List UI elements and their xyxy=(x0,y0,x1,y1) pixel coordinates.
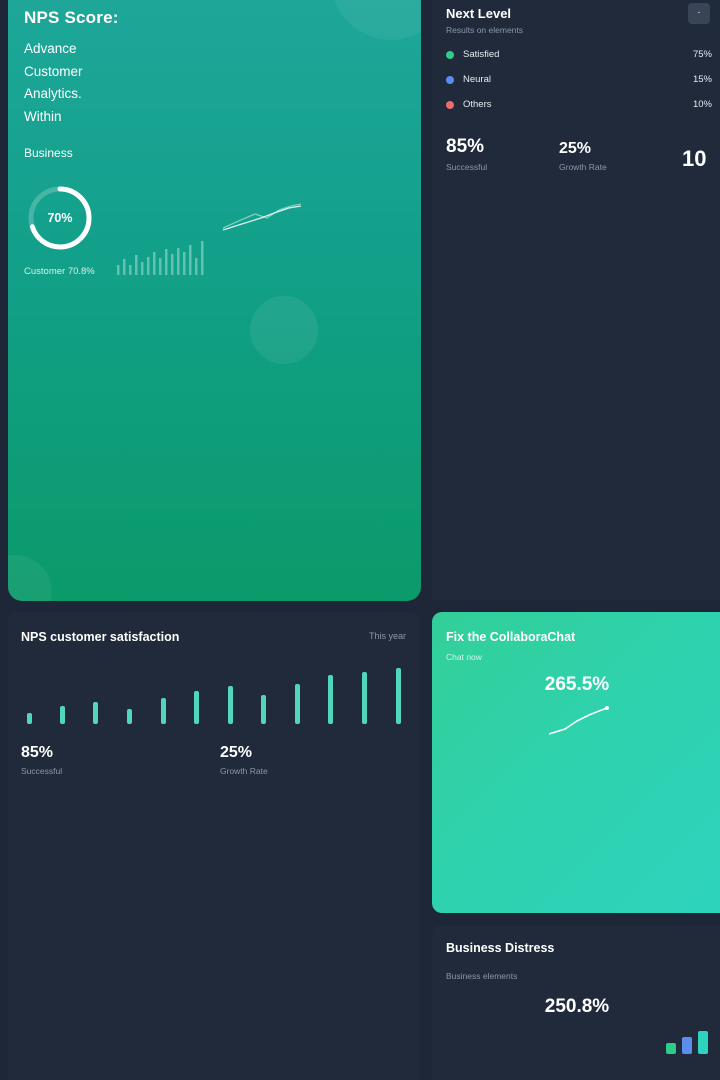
chart-bar xyxy=(295,684,300,724)
mini-bar xyxy=(183,252,186,275)
next-level-card: Next Level Results on elements - Satisfi… xyxy=(432,0,720,600)
chart-bar xyxy=(396,668,401,724)
mini-bar xyxy=(201,241,204,275)
legend-label: Neural xyxy=(463,74,491,85)
business-distress-value: 250.8% xyxy=(544,996,610,1017)
progress-ring-caption: Customer 70.8% xyxy=(24,266,95,277)
collabora-chat-title: Fix the CollaboraChat xyxy=(446,630,576,644)
growth-rate-label: Growth Rate xyxy=(220,766,268,776)
chart-bar xyxy=(362,672,367,724)
mini-bar xyxy=(135,255,138,275)
level-number: 10 xyxy=(682,146,707,171)
collabora-chat-card[interactable]: Fix the CollaboraChat Chat now 265.5% xyxy=(432,612,720,913)
chart-bar xyxy=(228,686,233,724)
successful-label: Successful xyxy=(446,162,488,172)
decorative-circle xyxy=(250,296,318,364)
distress-bar-chart xyxy=(666,1031,708,1054)
decorative-circle xyxy=(331,0,421,40)
business-distress-title: Business Distress xyxy=(446,941,555,955)
business-distress-subtitle: Business elements xyxy=(446,971,518,981)
chat-now-link[interactable]: Chat now xyxy=(446,652,482,662)
chart-bar xyxy=(161,698,166,724)
legend-label: Satisfied xyxy=(463,49,500,60)
next-level-subtitle: Results on elements xyxy=(446,25,524,35)
description-line: Within xyxy=(24,108,62,124)
mini-bar xyxy=(195,258,198,275)
distress-bar xyxy=(682,1037,692,1054)
nps-score-card: NPS Score: Advance Customer Analytics. W… xyxy=(8,0,421,601)
mini-bar xyxy=(171,254,174,275)
business-label: Business xyxy=(24,146,73,160)
legend-dot xyxy=(446,101,454,109)
mini-line-chart xyxy=(222,203,302,231)
mini-bar xyxy=(177,248,180,275)
nps-score-title: NPS Score: xyxy=(24,8,119,27)
mini-bar xyxy=(189,245,192,275)
legend-item-neural: Neural 15% xyxy=(446,73,712,87)
growth-rate-label: Growth Rate xyxy=(559,162,607,172)
legend-label: Others xyxy=(463,99,492,110)
chart-bar xyxy=(127,709,132,724)
successful-value: 85% xyxy=(21,744,54,761)
legend-value: 75% xyxy=(692,49,712,60)
distress-bar xyxy=(666,1043,676,1054)
distress-bar xyxy=(698,1031,708,1054)
description-line: Analytics. xyxy=(24,86,82,101)
nps-description: Advance Customer Analytics. Within xyxy=(24,38,83,128)
mini-bar-chart xyxy=(117,241,204,275)
mini-bar xyxy=(123,259,126,275)
progress-ring-value: 70% xyxy=(47,211,73,225)
period-selector[interactable]: This year xyxy=(369,631,406,641)
chart-bar xyxy=(261,695,266,724)
legend-value: 15% xyxy=(692,74,712,85)
collapse-button[interactable]: - xyxy=(688,3,710,24)
nps-satisfaction-card: NPS customer satisfaction This year 85% … xyxy=(8,612,420,1080)
description-line: Advance xyxy=(24,41,77,56)
next-level-title: Next Level xyxy=(446,6,512,21)
successful-label: Successful xyxy=(21,766,63,776)
legend-item-others: Others 10% xyxy=(446,98,712,112)
successful-value: 85% xyxy=(446,136,485,157)
growth-rate-value: 25% xyxy=(220,744,253,761)
collabora-value: 265.5% xyxy=(544,674,610,695)
satisfaction-bar-chart xyxy=(27,668,401,724)
business-distress-card: Business Distress Business elements 250.… xyxy=(432,925,720,1080)
mini-bar xyxy=(159,258,162,275)
mini-bar xyxy=(153,252,156,275)
decorative-circle xyxy=(8,555,52,601)
chart-bar xyxy=(93,702,98,724)
chart-bar xyxy=(60,706,65,724)
growth-rate-value: 25% xyxy=(559,140,592,157)
mini-bar xyxy=(129,265,132,275)
mini-bar xyxy=(117,265,120,275)
legend-item-satisfied: Satisfied 75% xyxy=(446,48,712,62)
legend-value: 10% xyxy=(692,99,712,110)
legend-dot xyxy=(446,51,454,59)
chart-bar xyxy=(194,691,199,724)
mini-bar xyxy=(147,257,150,275)
trend-line-chart xyxy=(548,706,609,735)
description-line: Customer xyxy=(24,63,83,79)
mini-bar xyxy=(165,249,168,275)
chart-bar xyxy=(328,675,333,724)
legend-dot xyxy=(446,76,454,84)
satisfaction-title: NPS customer satisfaction xyxy=(21,630,180,644)
mini-bar xyxy=(141,262,144,275)
minus-icon: - xyxy=(697,7,701,17)
chart-bar xyxy=(27,713,32,724)
